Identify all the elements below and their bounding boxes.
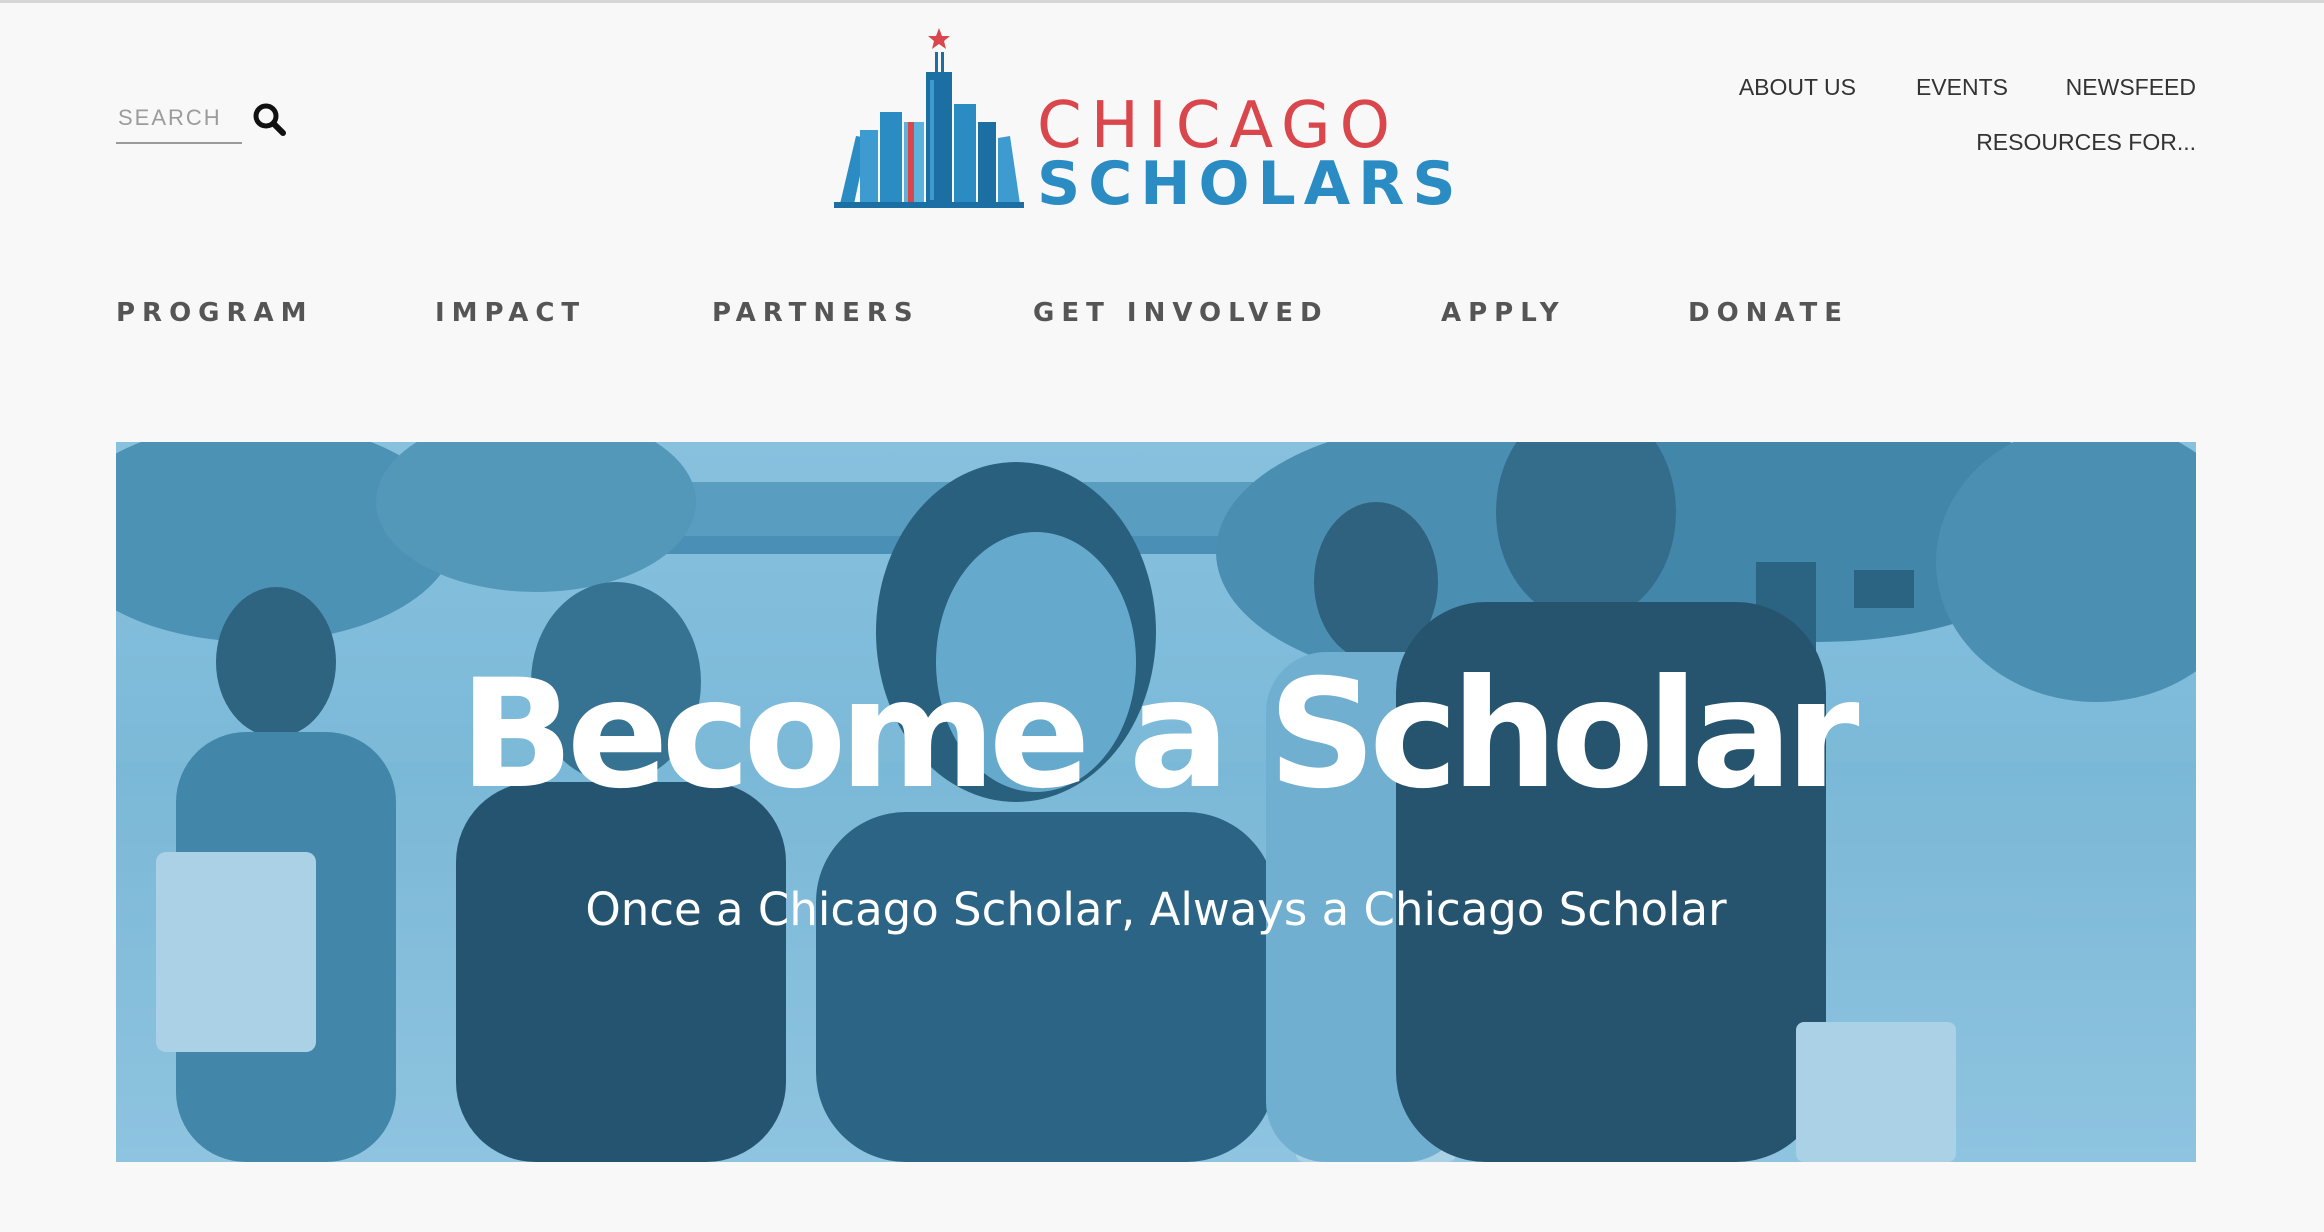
util-nav-events[interactable]: EVENTS xyxy=(1916,74,2008,101)
nav-item-donate[interactable]: DONATE xyxy=(1688,298,1849,328)
hero-title: Become a Scholar xyxy=(459,648,1859,822)
util-nav-about-us[interactable]: ABOUT US xyxy=(1739,74,1856,101)
main-nav: PROGRAM IMPACT PARTNERS GET INVOLVED APP… xyxy=(116,298,1916,338)
search-icon xyxy=(253,103,286,136)
nav-item-get-involved[interactable]: GET INVOLVED xyxy=(1033,298,1329,328)
utility-nav: ABOUT US EVENTS NEWSFEED RESOURCES FOR..… xyxy=(1676,74,2196,174)
logo-text-scholars: SCHOLARS xyxy=(1037,149,1464,219)
nav-item-partners[interactable]: PARTNERS xyxy=(712,298,920,328)
util-nav-resources-for[interactable]: RESOURCES FOR... xyxy=(1976,129,2196,156)
skyline-logo-icon xyxy=(834,28,1024,208)
nav-item-impact[interactable]: IMPACT xyxy=(435,298,586,328)
search-button[interactable] xyxy=(250,100,290,140)
search-bar xyxy=(116,94,291,144)
chicago-scholars-logo[interactable]: CHICAGO SCHOLARS xyxy=(834,26,1484,219)
top-border xyxy=(0,0,2324,3)
nav-item-apply[interactable]: APPLY xyxy=(1441,298,1566,328)
util-nav-newsfeed[interactable]: NEWSFEED xyxy=(2066,74,2196,101)
hero-banner[interactable]: Become a Scholar Once a Chicago Scholar,… xyxy=(116,442,2196,1162)
hero-subtitle: Once a Chicago Scholar, Always a Chicago… xyxy=(585,883,1727,936)
nav-item-program[interactable]: PROGRAM xyxy=(116,298,314,328)
search-input[interactable] xyxy=(116,94,242,144)
